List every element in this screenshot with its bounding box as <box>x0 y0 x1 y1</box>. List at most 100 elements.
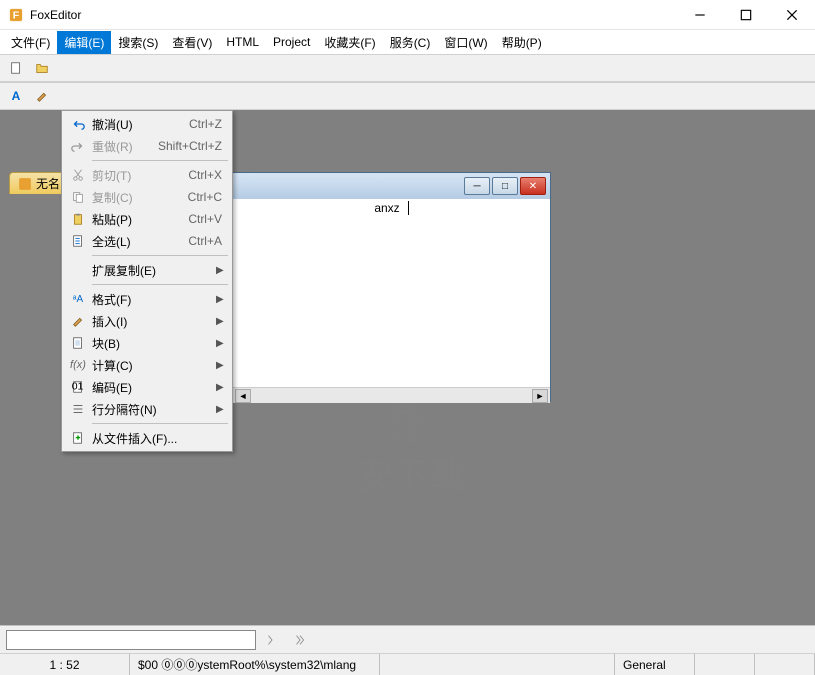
submenu-arrow-icon: ▶ <box>216 265 226 276</box>
menu-html[interactable]: HTML <box>219 32 266 52</box>
block-icon <box>68 336 88 350</box>
document-tab[interactable]: 无名 <box>9 172 69 194</box>
redo-icon <box>68 139 88 153</box>
menu-edit[interactable]: 编辑(E) <box>57 31 111 54</box>
submenu-arrow-icon: ▶ <box>216 382 226 393</box>
menu-item-label: 插入(I) <box>88 313 216 330</box>
maximize-button[interactable] <box>723 0 769 30</box>
child-close-button[interactable]: ✕ <box>520 177 546 195</box>
child-horizontal-scrollbar[interactable]: ◄ ► <box>233 387 550 403</box>
editor-text: anxz <box>374 201 399 387</box>
scroll-right-button[interactable]: ► <box>532 389 548 403</box>
menu-item-paste[interactable]: 粘贴(P)Ctrl+V <box>64 208 230 230</box>
brush-button[interactable] <box>30 85 54 107</box>
menu-item-label: 块(B) <box>88 335 216 352</box>
submenu-arrow-icon: ▶ <box>216 404 226 415</box>
menu-item-label: 行分隔符(N) <box>88 401 216 418</box>
find-next-button[interactable] <box>260 629 284 651</box>
selectall-icon <box>68 234 88 248</box>
menu-help[interactable]: 帮助(P) <box>495 31 549 54</box>
child-maximize-button[interactable]: □ <box>492 177 518 195</box>
menu-item-copy: 复制(C)Ctrl+C <box>64 186 230 208</box>
menu-item-label: 计算(C) <box>88 357 216 374</box>
calc-icon: f(x) <box>68 359 88 371</box>
menu-item-label: 复制(C) <box>88 189 188 206</box>
child-minimize-button[interactable]: ─ <box>464 177 490 195</box>
document-tab-label: 无名 <box>36 175 60 192</box>
menubar: 文件(F) 编辑(E) 搜索(S) 查看(V) HTML Project 收藏夹… <box>0 30 815 54</box>
toolbar-1 <box>0 54 815 82</box>
watermark: 🛍 安下载 anxz.com <box>300 400 520 515</box>
menu-file[interactable]: 文件(F) <box>4 31 57 54</box>
menu-item-shortcut: Shift+Ctrl+Z <box>158 139 226 153</box>
bottom-bar <box>0 625 815 653</box>
menu-item-insert[interactable]: 插入(I)▶ <box>64 310 230 332</box>
menu-item-label: 粘贴(P) <box>88 211 188 228</box>
menu-view[interactable]: 查看(V) <box>165 31 219 54</box>
open-button[interactable] <box>30 57 54 79</box>
menu-service[interactable]: 服务(C) <box>383 31 438 54</box>
status-mode: General <box>615 654 695 675</box>
copy-icon <box>68 190 88 204</box>
app-icon: F <box>8 7 24 23</box>
toolbar-2: A <box>0 82 815 110</box>
menu-item-format[interactable]: ᵃA格式(F)▶ <box>64 288 230 310</box>
cut-icon <box>68 168 88 182</box>
menu-item-calc[interactable]: f(x)计算(C)▶ <box>64 354 230 376</box>
menu-item-label: 全选(L) <box>88 233 188 250</box>
minimize-button[interactable] <box>677 0 723 30</box>
close-button[interactable] <box>769 0 815 30</box>
menu-item-label: 扩展复制(E) <box>88 262 216 279</box>
menu-search[interactable]: 搜索(S) <box>111 31 165 54</box>
text-cursor <box>408 201 409 215</box>
menu-item-label: 剪切(T) <box>88 167 188 184</box>
menu-item-label: 格式(F) <box>88 291 216 308</box>
menu-item-fileinsert[interactable]: 从文件插入(F)... <box>64 427 230 449</box>
new-button[interactable] <box>4 57 28 79</box>
submenu-arrow-icon: ▶ <box>216 316 226 327</box>
paste-icon <box>68 212 88 226</box>
menu-item-shortcut: Ctrl+X <box>188 168 226 182</box>
menu-item-selectall[interactable]: 全选(L)Ctrl+A <box>64 230 230 252</box>
edit-dropdown: 撤消(U)Ctrl+Z重做(R)Shift+Ctrl+Z剪切(T)Ctrl+X复… <box>61 110 233 452</box>
svg-text:01: 01 <box>72 381 84 393</box>
menu-window[interactable]: 窗口(W) <box>437 31 494 54</box>
search-input[interactable] <box>6 630 256 650</box>
menu-separator <box>92 255 228 256</box>
menu-item-linesep[interactable]: 行分隔符(N)▶ <box>64 398 230 420</box>
menu-item-8[interactable]: 扩展复制(E)▶ <box>64 259 230 281</box>
find-prev-button[interactable] <box>288 629 312 651</box>
menu-item-label: 从文件插入(F)... <box>88 430 226 447</box>
titlebar: F FoxEditor <box>0 0 815 30</box>
menu-item-encoding[interactable]: 01 编码(E)▶ <box>64 376 230 398</box>
linesep-icon <box>68 402 88 416</box>
fileinsert-icon <box>68 431 88 445</box>
format-text-button[interactable]: A <box>4 85 28 107</box>
menu-item-shortcut: Ctrl+V <box>188 212 226 226</box>
menu-item-shortcut: Ctrl+A <box>188 234 226 248</box>
menu-item-redo: 重做(R)Shift+Ctrl+Z <box>64 135 230 157</box>
menu-project[interactable]: Project <box>266 32 317 52</box>
editor-content[interactable]: anxz <box>233 199 550 387</box>
menu-item-label: 编码(E) <box>88 379 216 396</box>
status-path: $00 ⓪⓪⓪ystemRoot%\system32\mlang <box>130 654 380 675</box>
submenu-arrow-icon: ▶ <box>216 294 226 305</box>
encoding-icon: 01 <box>68 380 88 394</box>
menu-favorites[interactable]: 收藏夹(F) <box>317 31 382 54</box>
menu-item-block[interactable]: 块(B)▶ <box>64 332 230 354</box>
scroll-left-button[interactable]: ◄ <box>235 389 251 403</box>
menu-item-undo[interactable]: 撤消(U)Ctrl+Z <box>64 113 230 135</box>
app-title: FoxEditor <box>30 8 677 22</box>
watermark-subtext: anxz.com <box>300 499 520 515</box>
undo-icon <box>68 117 88 131</box>
submenu-arrow-icon: ▶ <box>216 360 226 371</box>
editor-child-window: ─ □ ✕ anxz ◄ ► <box>232 172 551 402</box>
menu-item-label: 撤消(U) <box>88 116 189 133</box>
menu-item-cut: 剪切(T)Ctrl+X <box>64 164 230 186</box>
status-position: 1 : 52 <box>0 654 130 675</box>
submenu-arrow-icon: ▶ <box>216 338 226 349</box>
watermark-icon: 🛍 <box>300 400 520 447</box>
menu-item-shortcut: Ctrl+Z <box>189 117 226 131</box>
svg-text:F: F <box>13 9 20 21</box>
watermark-text: 安下载 <box>300 447 520 499</box>
